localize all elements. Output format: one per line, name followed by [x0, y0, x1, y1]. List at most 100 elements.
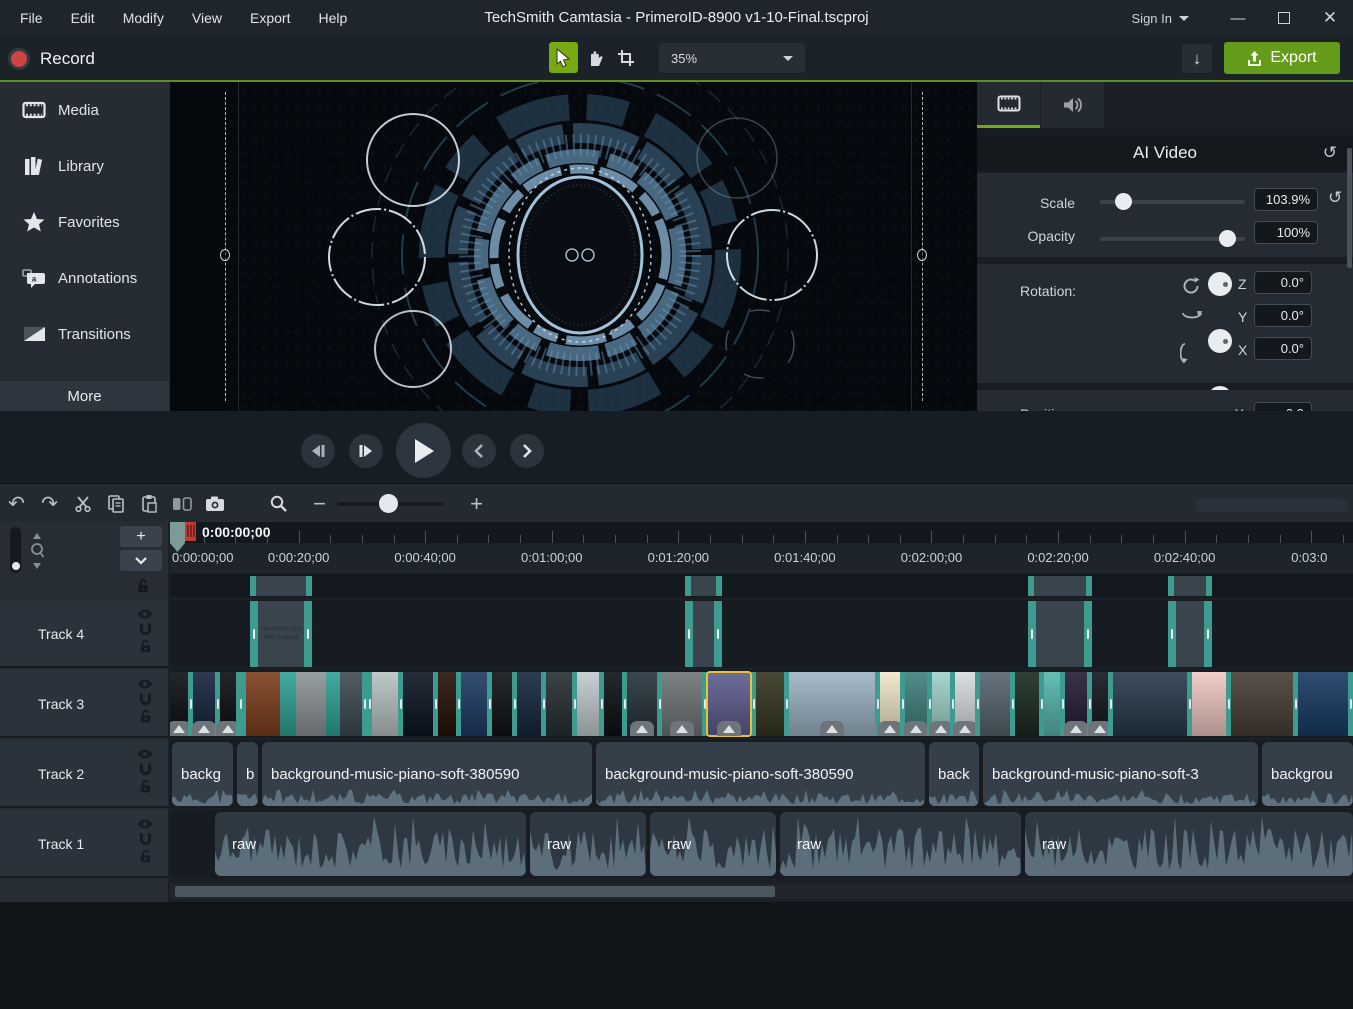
track3-clip[interactable] [1231, 672, 1293, 736]
undo-button[interactable]: ↶ [0, 486, 33, 521]
track3-clip[interactable] [340, 672, 362, 736]
track-header-track-3[interactable]: Track 3 [0, 670, 168, 738]
track3-clip[interactable] [403, 672, 433, 736]
track2-audio-clip[interactable]: backg [172, 742, 233, 806]
track-lock-toggle[interactable] [139, 639, 152, 654]
track3-clip[interactable] [627, 672, 657, 736]
crop-tool-button[interactable] [611, 42, 640, 73]
opacity-value-field[interactable]: 100% [1254, 221, 1318, 244]
track3-clip[interactable] [980, 672, 1010, 736]
cursor-tool-button[interactable] [549, 42, 578, 73]
track-magnet-toggle[interactable] [138, 762, 153, 777]
close-button[interactable]: ✕ [1307, 0, 1353, 36]
track1-audio-clip[interactable]: raw [215, 812, 526, 876]
opacity-slider-handle[interactable] [1219, 230, 1236, 247]
scale-slider-handle[interactable] [1115, 193, 1132, 210]
track-lock-toggle[interactable] [139, 849, 152, 864]
timeline-hscrollbar[interactable] [170, 884, 1353, 899]
track3-clip[interactable] [546, 672, 572, 736]
copy-button[interactable] [99, 486, 132, 521]
menu-view[interactable]: View [192, 10, 222, 26]
next-frame-button[interactable] [349, 434, 383, 468]
minimize-button[interactable]: — [1215, 0, 1261, 36]
track3-clip[interactable] [1298, 672, 1348, 736]
sidebar-item-annotations[interactable]: aAnnotations [0, 258, 170, 298]
track3-clip[interactable] [756, 672, 784, 736]
track3-clip[interactable] [296, 672, 326, 736]
menu-export[interactable]: Export [250, 10, 290, 26]
menu-help[interactable]: Help [318, 10, 347, 26]
play-button[interactable] [396, 423, 451, 478]
collapsed-clip[interactable] [1168, 576, 1212, 596]
track3-row[interactable] [170, 670, 1353, 738]
playhead-out-flag[interactable] [185, 522, 196, 541]
track3-clip[interactable] [662, 672, 702, 736]
track3-clip[interactable] [461, 672, 487, 736]
track-visibility-toggle[interactable] [136, 678, 154, 690]
track4-clip[interactable] [1028, 601, 1092, 667]
position-value-field[interactable]: 0.0 [1254, 402, 1312, 411]
track2-audio-clip[interactable]: background-music-piano-soft-380590 [596, 742, 925, 806]
track3-clip-selected[interactable] [707, 672, 751, 736]
zoom-out-button[interactable]: − [303, 486, 336, 521]
track3-clip[interactable] [280, 672, 296, 736]
hand-tool-button[interactable] [580, 42, 609, 73]
track1-audio-clip[interactable]: raw [530, 812, 646, 876]
track3-clip[interactable] [604, 672, 622, 736]
track1-audio-clip[interactable]: raw [1025, 812, 1353, 876]
track3-clip[interactable] [1192, 672, 1226, 736]
track2-row[interactable]: backgbbackground-music-piano-soft-380590… [170, 740, 1353, 808]
track3-clip[interactable] [1044, 672, 1060, 736]
sidebar-more-button[interactable]: More [0, 381, 169, 411]
track3-clip[interactable] [932, 672, 950, 736]
track-magnet-toggle[interactable] [138, 832, 153, 847]
tab-video-properties[interactable] [977, 82, 1040, 128]
opacity-slider[interactable] [1100, 237, 1245, 241]
track-height-slider[interactable] [10, 527, 21, 573]
track-height-slider-handle[interactable] [12, 562, 20, 570]
track3-clip[interactable] [438, 672, 456, 736]
track-visibility-toggle[interactable] [136, 748, 154, 760]
transition-marker[interactable] [236, 672, 246, 736]
track3-clip[interactable] [372, 672, 398, 736]
track-visibility-toggle[interactable] [136, 608, 154, 620]
track2-audio-clip[interactable]: back [929, 742, 979, 806]
timeline-hscrollbar-thumb[interactable] [175, 886, 775, 897]
unlock-icon[interactable] [136, 578, 150, 594]
menu-file[interactable]: File [20, 10, 43, 26]
rotation-z-knob[interactable] [1208, 272, 1232, 296]
track3-clip[interactable] [1113, 672, 1187, 736]
track2-audio-clip[interactable]: background-music-piano-soft-380590 [262, 742, 592, 806]
rotation-x-value-field[interactable]: 0.0° [1254, 337, 1312, 360]
rotation-y-value-field[interactable]: 0.0° [1254, 304, 1312, 327]
add-track-button[interactable]: + [120, 526, 162, 547]
timeline-mini-scrollbar[interactable] [1195, 499, 1348, 512]
track4-clip[interactable]: SMARTER LEA Why Evaluati [250, 601, 312, 667]
collapsed-clip[interactable] [685, 576, 722, 596]
redo-button[interactable]: ↷ [33, 486, 66, 521]
maximize-button[interactable] [1261, 0, 1307, 36]
track3-clip[interactable] [220, 672, 236, 736]
preview-canvas[interactable]: 1 1 1 1 1 1 1 0 1 1 1 0 1 1 1 1 0 0 1 1 … [170, 82, 977, 411]
track-header-track-1[interactable]: Track 1 [0, 810, 168, 878]
track3-clip[interactable] [193, 672, 215, 736]
track3-clip[interactable] [492, 672, 512, 736]
scale-value-field[interactable]: 103.9% [1254, 188, 1318, 211]
track3-clip[interactable] [1065, 672, 1087, 736]
track-lock-toggle[interactable] [139, 779, 152, 794]
track-header-track-4[interactable]: Track 4 [0, 600, 168, 668]
scale-slider[interactable] [1100, 200, 1245, 204]
track3-clip[interactable] [517, 672, 541, 736]
paste-button[interactable] [132, 486, 165, 521]
previous-clip-button[interactable] [462, 434, 496, 468]
track3-clip[interactable] [905, 672, 927, 736]
track-magnet-toggle[interactable] [138, 692, 153, 707]
collapsed-clip[interactable] [1028, 576, 1092, 596]
menu-modify[interactable]: Modify [123, 10, 164, 26]
next-clip-button[interactable] [510, 434, 544, 468]
track-visibility-toggle[interactable] [136, 818, 154, 830]
effect-reset-icon[interactable]: ↺ [1323, 143, 1337, 163]
collapsed-clip[interactable] [250, 576, 312, 596]
panel-scrollbar[interactable] [1347, 148, 1352, 268]
track1-row[interactable]: rawrawrawrawraw [170, 810, 1353, 878]
